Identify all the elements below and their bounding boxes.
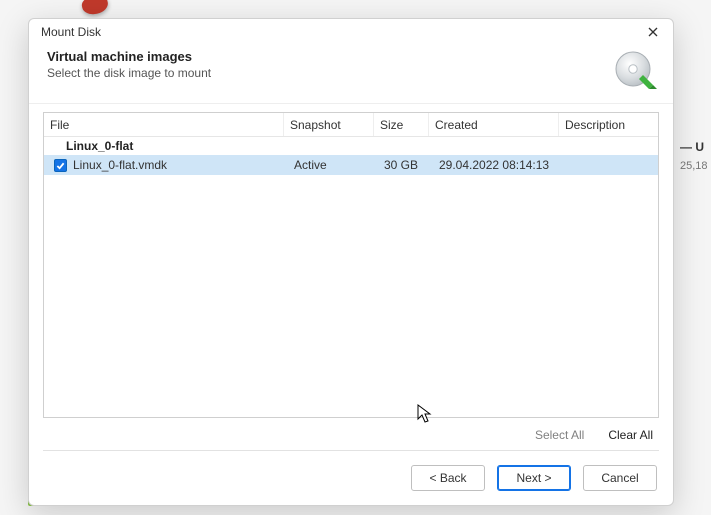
dialog-header: Virtual machine images Select the disk i… <box>29 45 673 104</box>
cell-file: Linux_0-flat.vmdk <box>73 158 167 172</box>
dialog-subheading: Select the disk image to mount <box>47 66 613 80</box>
back-button[interactable]: < Back <box>411 465 485 491</box>
mount-disk-dialog: Mount Disk Virtual machine images Select… <box>28 18 674 506</box>
titlebar: Mount Disk <box>29 19 673 45</box>
selection-links: Select All Clear All <box>43 418 659 450</box>
bg-ribbon-decoration <box>80 0 109 17</box>
select-all-link[interactable]: Select All <box>535 428 584 442</box>
bg-drive-letter: U <box>695 140 704 154</box>
disk-mount-icon <box>613 49 657 93</box>
col-created[interactable]: Created <box>429 113 559 136</box>
col-file[interactable]: File <box>44 113 284 136</box>
close-icon <box>648 27 658 37</box>
bg-drive-panel: — U 25,18 <box>676 140 711 172</box>
list-row[interactable]: Linux_0-flat.vmdk Active 30 GB 29.04.202… <box>44 155 658 175</box>
cell-snapshot: Active <box>288 158 378 172</box>
image-list: File Snapshot Size Created Description L… <box>43 112 659 418</box>
bg-drive-size: 25,18 <box>680 160 711 172</box>
clear-all-link[interactable]: Clear All <box>608 428 653 442</box>
next-button[interactable]: Next > <box>497 465 571 491</box>
check-icon <box>56 161 65 170</box>
window-title: Mount Disk <box>41 25 639 39</box>
cell-created: 29.04.2022 08:14:13 <box>433 158 563 172</box>
close-button[interactable] <box>639 21 667 43</box>
col-size[interactable]: Size <box>374 113 429 136</box>
cell-size: 30 GB <box>378 158 433 172</box>
col-description[interactable]: Description <box>559 113 658 136</box>
cancel-button[interactable]: Cancel <box>583 465 657 491</box>
dialog-heading: Virtual machine images <box>47 49 613 64</box>
row-checkbox[interactable] <box>54 159 67 172</box>
group-header[interactable]: Linux_0-flat <box>44 137 658 155</box>
col-snapshot[interactable]: Snapshot <box>284 113 374 136</box>
dialog-footer: < Back Next > Cancel <box>29 451 673 505</box>
list-header: File Snapshot Size Created Description <box>44 113 658 137</box>
